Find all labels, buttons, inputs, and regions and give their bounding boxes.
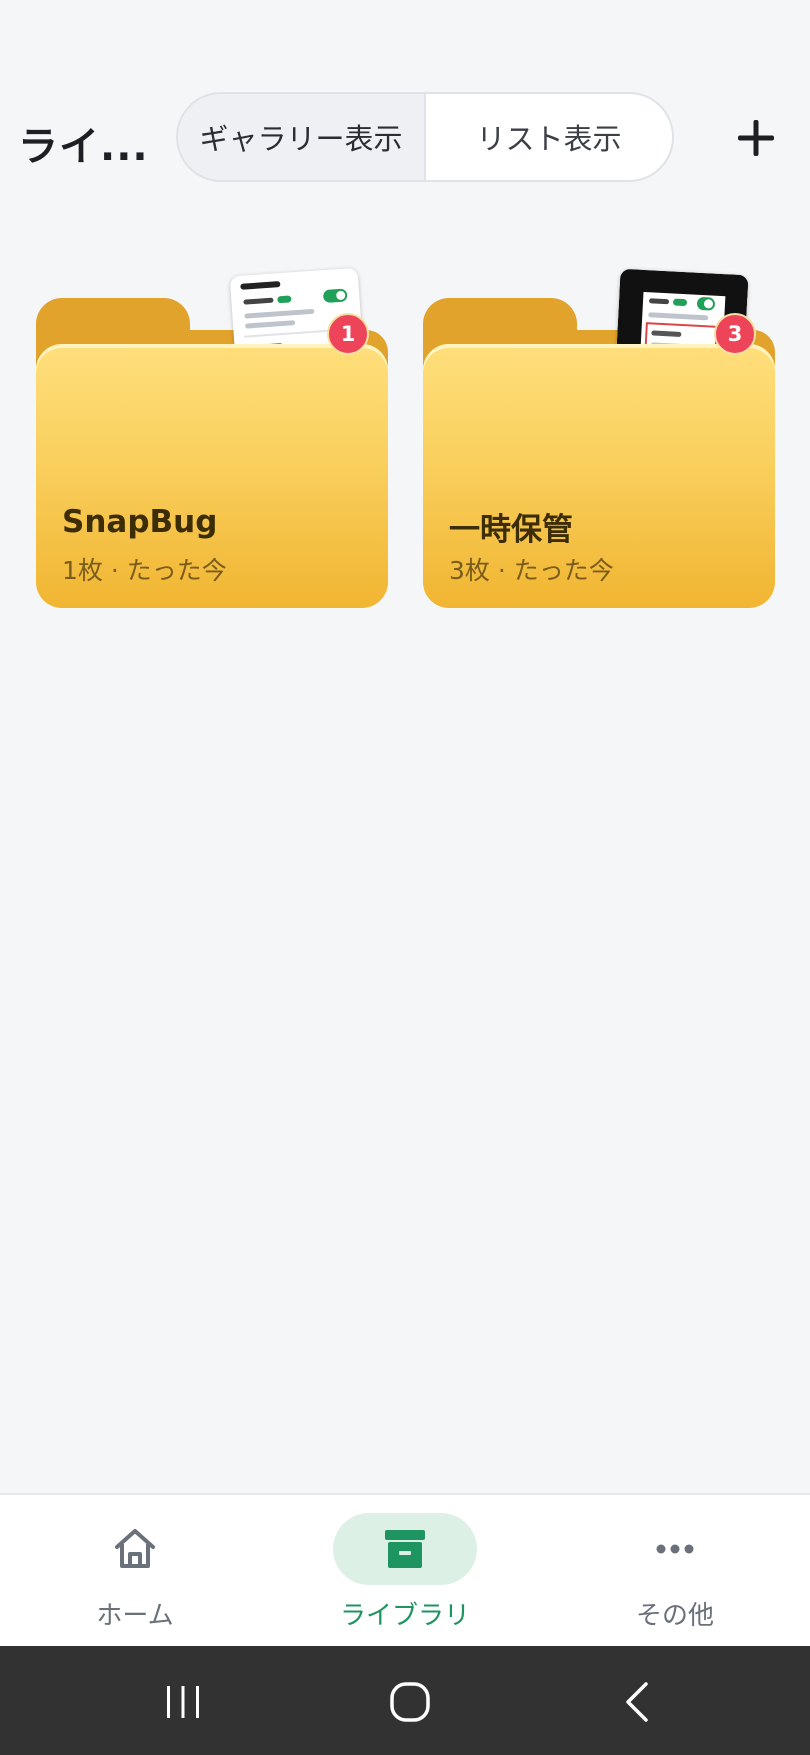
archive-box-icon (385, 1530, 425, 1568)
plus-icon (738, 120, 774, 156)
view-toggle: ギャラリー表示 リスト表示 (176, 92, 674, 182)
folder-meta: 3枚 · たった今 (449, 556, 614, 585)
system-back-button[interactable] (610, 1674, 666, 1730)
folder-meta: 1枚 · たった今 (62, 556, 227, 585)
folder-card[interactable]: 1 SnapBug 1枚 · たった今 (35, 258, 389, 608)
nav-label-home: ホーム (96, 1601, 174, 1631)
home-circle-icon (390, 1682, 430, 1722)
system-home-button[interactable] (382, 1674, 438, 1730)
list-view-button[interactable]: リスト表示 (426, 94, 672, 180)
bottom-nav: ホーム ライブラリ その他 (0, 1493, 810, 1646)
folder-card[interactable]: 3 一時保管 3枚 · たった今 (422, 258, 776, 608)
page-title: ライ... (18, 124, 149, 170)
back-chevron-icon (626, 1682, 648, 1722)
folder-name: SnapBug (62, 504, 218, 540)
add-button[interactable] (730, 112, 782, 164)
nav-label-more: その他 (635, 1601, 714, 1631)
home-icon (115, 1529, 155, 1568)
gallery-view-button[interactable]: ギャラリー表示 (178, 94, 426, 180)
header: ライ... ギャラリー表示 リスト表示 (0, 90, 810, 184)
recent-apps-button[interactable] (155, 1674, 211, 1730)
more-dots-icon (656, 1544, 694, 1554)
photo-count-badge: 3 (714, 313, 756, 355)
nav-item-home[interactable]: ホーム (0, 1495, 270, 1648)
nav-item-more[interactable]: その他 (540, 1495, 810, 1648)
recent-apps-icon (167, 1686, 199, 1718)
photo-count-badge: 1 (327, 313, 369, 355)
nav-item-library[interactable]: ライブラリ (270, 1495, 540, 1648)
folder-name: 一時保管 (449, 512, 573, 548)
library-screen: ライ... ギャラリー表示 リスト表示 1 SnapBug 1枚 · たった今 … (0, 0, 810, 1755)
nav-label-library: ライブラリ (339, 1601, 470, 1631)
system-nav-bar (0, 1646, 810, 1755)
